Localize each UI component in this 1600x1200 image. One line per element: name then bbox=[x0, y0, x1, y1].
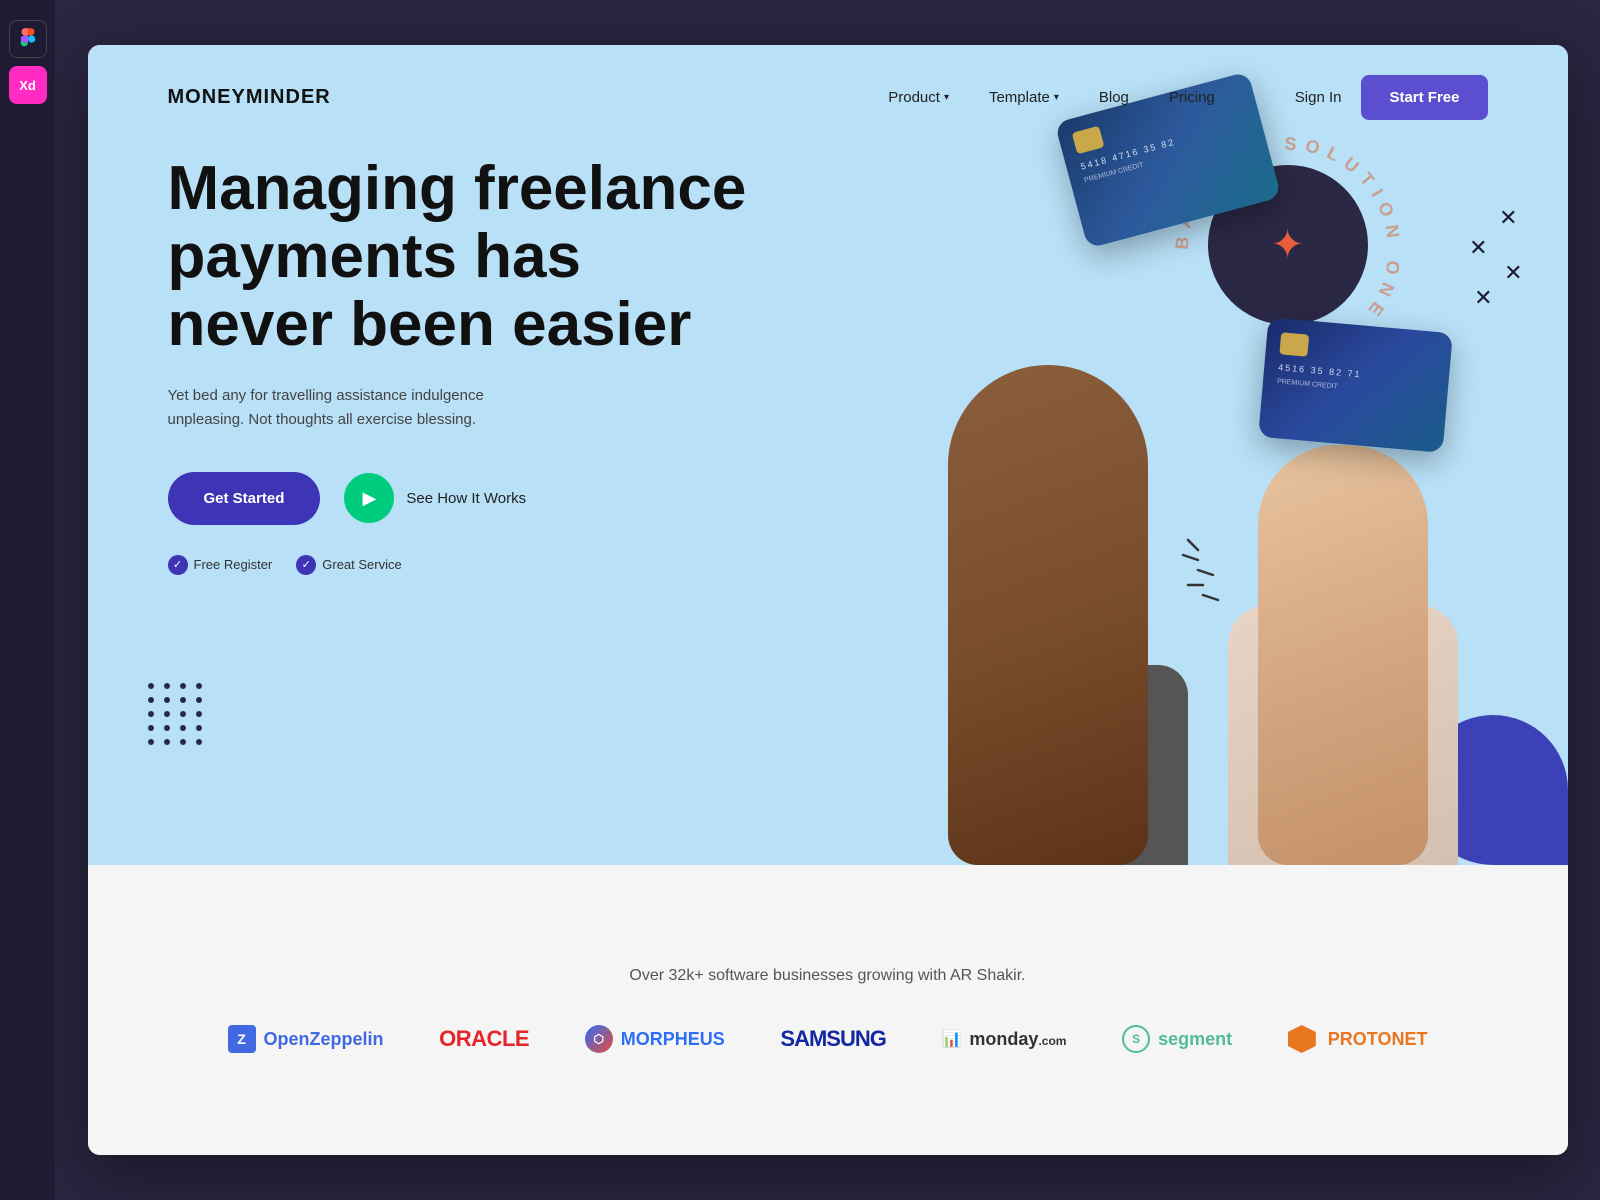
nav-template[interactable]: Template ▾ bbox=[989, 89, 1059, 106]
logo-samsung: SAMSUNG bbox=[780, 1026, 885, 1052]
get-started-button[interactable]: Get Started bbox=[168, 472, 321, 525]
logo-oracle: ORACLE bbox=[439, 1026, 529, 1052]
samsung-label: SAMSUNG bbox=[780, 1026, 885, 1052]
openzeppelin-icon: Z bbox=[228, 1025, 256, 1053]
credit-card-2: 4516 35 82 71 PREMIUM CREDIT bbox=[1258, 317, 1453, 453]
sidebar: Xd bbox=[0, 0, 55, 1200]
hero-content: Managing freelance payments has never be… bbox=[168, 155, 748, 575]
nav-pricing[interactable]: Pricing bbox=[1169, 89, 1215, 106]
monday-label: monday.com bbox=[969, 1029, 1066, 1050]
card-chip bbox=[1279, 332, 1309, 356]
segment-icon: S bbox=[1122, 1025, 1150, 1053]
logo-segment: S segment bbox=[1122, 1025, 1232, 1053]
badge-free-register: ✓ Free Register bbox=[168, 555, 273, 575]
dots-decoration bbox=[148, 683, 204, 745]
browser-window: MONEYMINDER Product ▾ Template ▾ Blog Pr… bbox=[88, 45, 1568, 1155]
check-icon: ✓ bbox=[296, 555, 316, 575]
nav-links: Product ▾ Template ▾ Blog Pricing bbox=[888, 89, 1215, 106]
hand-illustration bbox=[888, 145, 1508, 865]
morpheus-label: MORPHEUS bbox=[621, 1029, 725, 1050]
hero-badges: ✓ Free Register ✓ Great Service bbox=[168, 555, 748, 575]
logos-grid: Z OpenZeppelin ORACLE ⬡ MORPHEUS SAMSUNG bbox=[228, 1025, 1428, 1053]
logo-openzeppelin: Z OpenZeppelin bbox=[228, 1025, 384, 1053]
logo: MONEYMINDER bbox=[168, 86, 331, 109]
logos-title: Over 32k+ software businesses growing wi… bbox=[629, 967, 1025, 985]
hero-image-area: ✕ ✕ ✕ ✕ BANKING SOLUTION ONE STOP ✦ bbox=[768, 45, 1568, 865]
see-how-button[interactable]: ▶ See How It Works bbox=[344, 473, 526, 523]
hero-section: MONEYMINDER Product ▾ Template ▾ Blog Pr… bbox=[88, 45, 1568, 865]
hand-light-skin bbox=[1258, 445, 1428, 865]
see-how-label: See How It Works bbox=[406, 490, 526, 507]
logo-morpheus: ⬡ MORPHEUS bbox=[585, 1025, 725, 1053]
morpheus-icon: ⬡ bbox=[585, 1025, 613, 1053]
monday-icon: 📊 bbox=[942, 1029, 962, 1049]
segment-label: segment bbox=[1158, 1029, 1232, 1050]
logos-section: Over 32k+ software businesses growing wi… bbox=[88, 865, 1568, 1155]
hero-subtitle: Yet bed any for travelling assistance in… bbox=[168, 384, 528, 432]
protonet-icon bbox=[1288, 1025, 1316, 1053]
start-free-button[interactable]: Start Free bbox=[1361, 75, 1487, 120]
hero-title: Managing freelance payments has never be… bbox=[168, 155, 748, 360]
figma-icon[interactable] bbox=[9, 20, 47, 58]
hero-buttons: Get Started ▶ See How It Works bbox=[168, 472, 748, 525]
main-wrapper: MONEYMINDER Product ▾ Template ▾ Blog Pr… bbox=[55, 0, 1600, 1200]
nav-product[interactable]: Product ▾ bbox=[888, 89, 949, 106]
play-icon[interactable]: ▶ bbox=[344, 473, 394, 523]
badge-great-service: ✓ Great Service bbox=[296, 555, 401, 575]
nav-blog[interactable]: Blog bbox=[1099, 89, 1129, 106]
protonet-label: PROTONET bbox=[1328, 1029, 1428, 1050]
chevron-down-icon: ▾ bbox=[1054, 92, 1059, 103]
hand-dark-skin bbox=[948, 365, 1148, 865]
oracle-label: ORACLE bbox=[439, 1026, 529, 1052]
check-icon: ✓ bbox=[168, 555, 188, 575]
logo-protonet: PROTONET bbox=[1288, 1025, 1428, 1053]
openzeppelin-label: OpenZeppelin bbox=[264, 1029, 384, 1050]
logo-monday: 📊 monday.com bbox=[942, 1029, 1067, 1050]
signin-link[interactable]: Sign In bbox=[1295, 89, 1342, 106]
chevron-down-icon: ▾ bbox=[944, 92, 949, 103]
navigation: MONEYMINDER Product ▾ Template ▾ Blog Pr… bbox=[88, 45, 1568, 150]
xd-icon[interactable]: Xd bbox=[9, 66, 47, 104]
